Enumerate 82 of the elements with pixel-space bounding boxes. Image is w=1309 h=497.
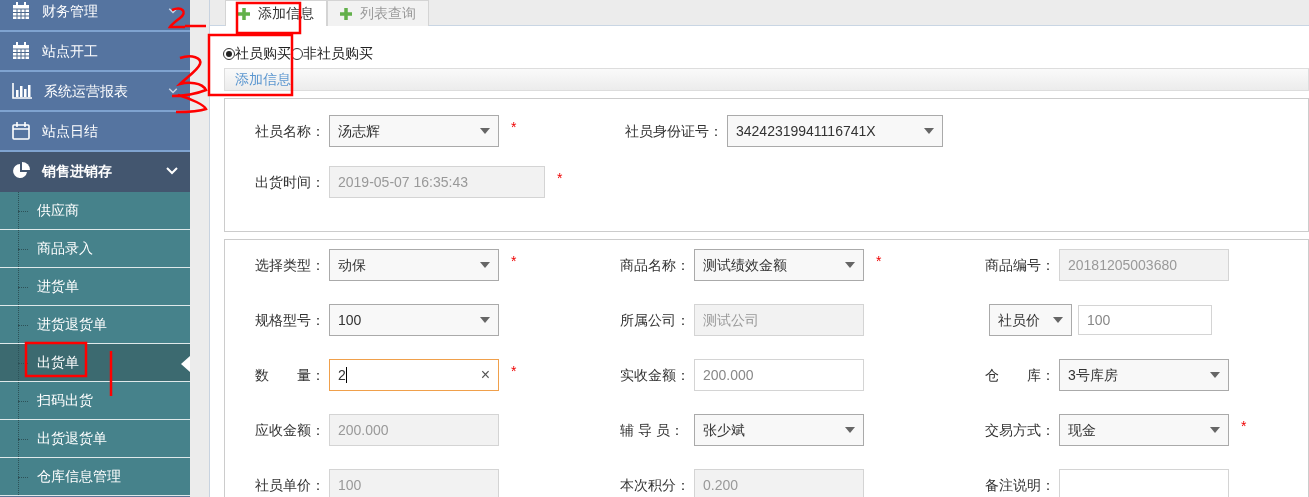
required-mark: * — [1241, 417, 1247, 436]
field-label: 出货时间： — [255, 172, 326, 192]
handwritten-scribble — [170, 55, 208, 114]
required-mark: * — [511, 118, 517, 137]
required-mark: * — [557, 169, 563, 188]
input-field[interactable]: 100 — [1078, 305, 1212, 335]
sidebar-menu-item[interactable]: 站点日结 — [0, 112, 190, 152]
field-label: 所属公司： — [620, 310, 691, 330]
input-field[interactable] — [1059, 469, 1229, 497]
chevron-down-icon — [168, 88, 178, 94]
sidebar-menu-item[interactable]: 站点开工 — [0, 32, 190, 72]
field-label: 选择类型： — [255, 255, 326, 275]
field-label: 仓 库： — [985, 365, 1056, 385]
field-label: 本次积分： — [620, 475, 691, 495]
required-mark: * — [511, 362, 517, 381]
plus-icon — [340, 7, 352, 20]
select-field[interactable]: 社员价 — [989, 304, 1072, 336]
submenu-item[interactable]: 进货退货单 — [0, 306, 190, 344]
input-field[interactable]: 2 × — [329, 359, 499, 391]
radio-option[interactable]: 社员购买 — [223, 43, 291, 64]
calendar-grid-icon — [12, 42, 30, 60]
select-field[interactable]: 现金 — [1059, 414, 1229, 446]
annotation-line — [109, 351, 113, 396]
field-label: 备注说明： — [985, 475, 1056, 495]
required-mark: * — [511, 252, 517, 271]
calendar-grid-icon — [12, 2, 30, 20]
field-label: 社员身份证号： — [625, 121, 724, 141]
caret-icon — [480, 317, 490, 323]
field-label: 应收金额： — [255, 420, 326, 440]
readonly-field: 20181205003680 — [1059, 249, 1229, 281]
field-label: 规格型号： — [255, 310, 326, 330]
field-label: 交易方式： — [985, 420, 1056, 440]
readonly-field: 200.000 — [329, 414, 499, 446]
input-field[interactable]: 200.000 — [694, 359, 864, 391]
caret-icon — [480, 262, 490, 268]
submenu-item[interactable]: 扫码出货 — [0, 382, 190, 420]
chevron-down-icon — [168, 8, 178, 14]
submenu-item[interactable]: 出货退货单 — [0, 420, 190, 458]
select-field[interactable]: 动保 — [329, 249, 499, 281]
submenu-item[interactable]: 仓库信息管理 — [0, 458, 190, 496]
handwritten-scribble — [168, 7, 208, 29]
field-label: 商品名称： — [620, 255, 691, 275]
pie-chart-icon — [12, 162, 30, 180]
field-label: 社员单价： — [255, 475, 326, 495]
submenu-item[interactable]: 进货单 — [0, 268, 190, 306]
annotation-rectangle — [24, 341, 88, 378]
readonly-field: 100 — [329, 469, 499, 497]
caret-icon — [845, 262, 855, 268]
sidebar-menu-item[interactable]: 销售进销存 — [0, 152, 190, 192]
caret-icon — [1210, 372, 1220, 378]
select-field[interactable]: 测试绩效金额 — [694, 249, 864, 281]
sidebar-menu-item[interactable]: 系统运营报表 — [0, 72, 190, 112]
select-field[interactable]: 张少斌 — [694, 414, 864, 446]
caret-icon — [1053, 317, 1063, 323]
bar-chart-icon — [12, 83, 32, 99]
chevron-down-icon — [166, 167, 178, 175]
field-label: 数 量： — [255, 365, 326, 385]
field-label: 辅 导 员： — [620, 420, 685, 440]
select-field[interactable]: 100 — [329, 304, 499, 336]
submenu-item[interactable]: 商品录入 — [0, 230, 190, 268]
sidebar-menu-item[interactable]: 财务管理 — [0, 0, 190, 32]
readonly-field: 0.200 — [694, 469, 864, 497]
field-label: 实收金额： — [620, 365, 691, 385]
radio-option[interactable]: 非社员购买 — [291, 43, 373, 64]
field-label: 社员名称： — [255, 121, 326, 141]
caret-icon — [924, 128, 934, 134]
required-mark: * — [876, 252, 882, 271]
select-field[interactable]: 34242319941116741X — [727, 115, 943, 147]
clear-icon[interactable]: × — [480, 367, 490, 383]
caret-icon — [480, 128, 490, 134]
select-field[interactable]: 汤志辉 — [329, 115, 499, 147]
submenu-item[interactable]: 供应商 — [0, 192, 190, 230]
calendar-icon — [12, 122, 30, 140]
readonly-field: 2019-05-07 16:35:43 — [329, 166, 545, 198]
field-label: 商品编号： — [985, 255, 1056, 275]
readonly-field: 测试公司 — [694, 304, 864, 336]
caret-icon — [845, 427, 855, 433]
select-field[interactable]: 3号库房 — [1059, 359, 1229, 391]
submenu-item[interactable]: 出货单 — [0, 344, 190, 382]
plus-icon — [238, 7, 250, 20]
tab[interactable]: 添加信息 — [225, 0, 327, 26]
caret-icon — [1210, 427, 1220, 433]
